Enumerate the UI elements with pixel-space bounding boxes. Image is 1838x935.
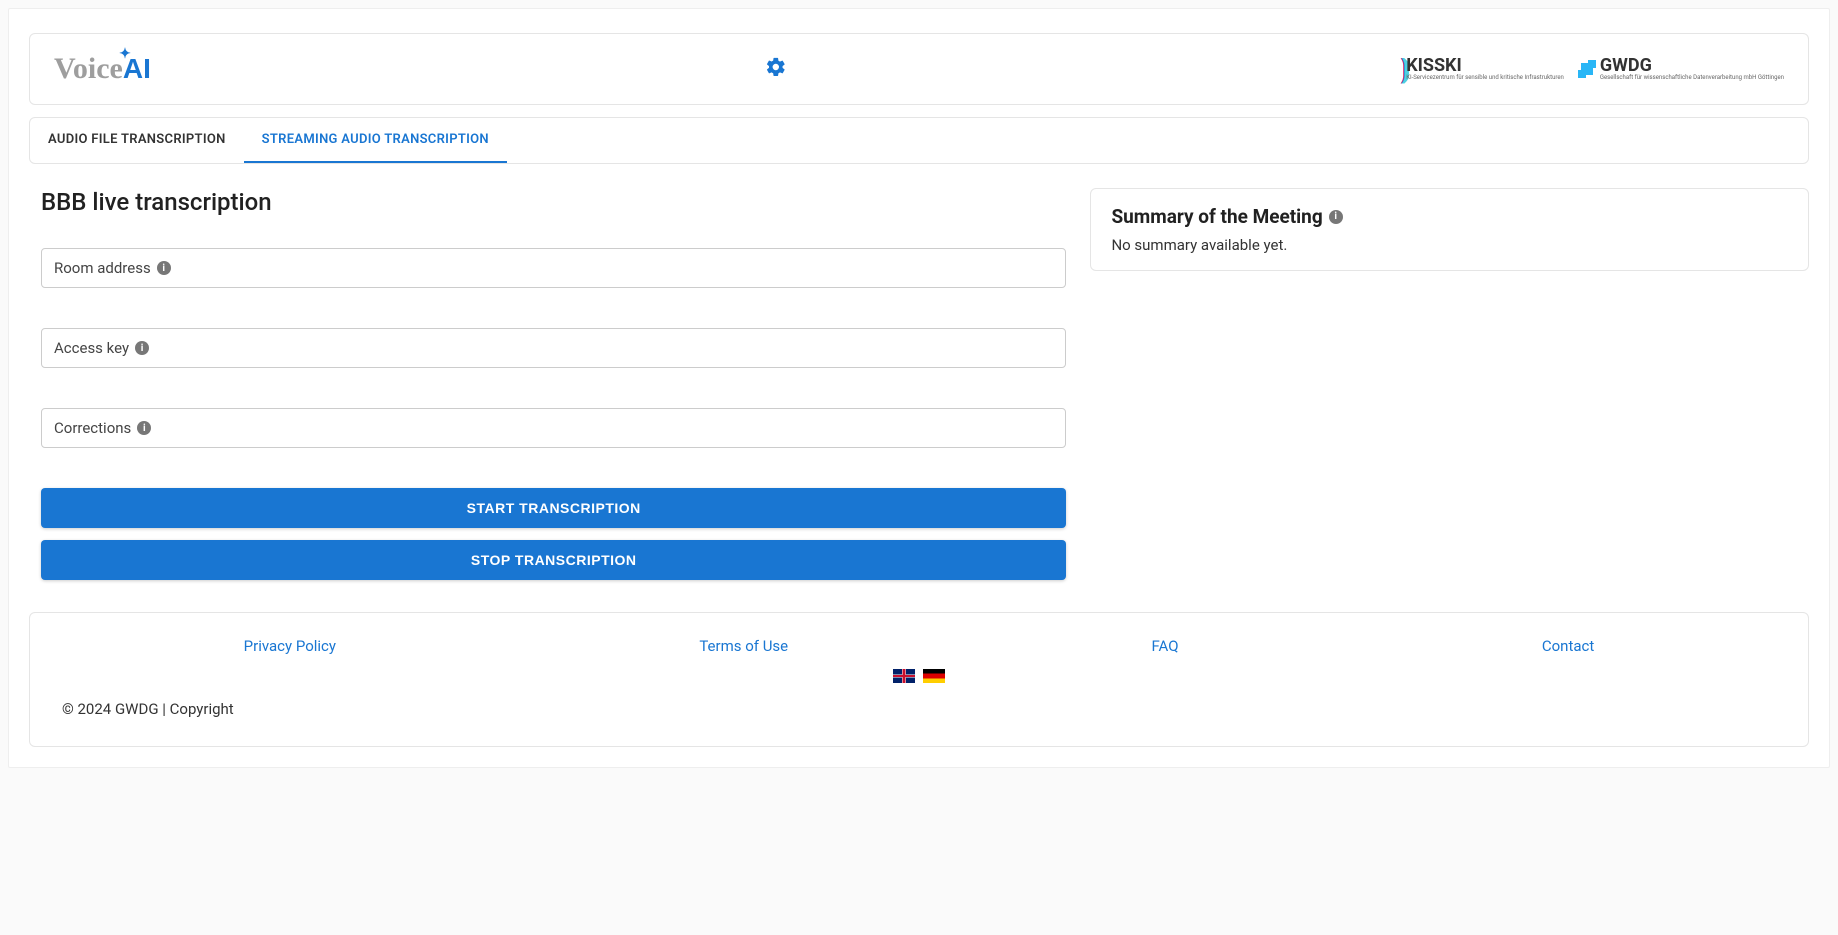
tab-audio-file[interactable]: AUDIO FILE TRANSCRIPTION bbox=[30, 118, 244, 163]
partner-logos: ⦘⦘⦘ KISSKI KI-Servicezentrum für sensibl… bbox=[1400, 54, 1784, 85]
room-address-field-wrap[interactable]: Room address i bbox=[41, 248, 1066, 288]
footer-link-terms[interactable]: Terms of Use bbox=[699, 637, 788, 655]
header: Voice✦AI ⦘⦘⦘ KISSKI KI-Servicezentrum fü… bbox=[29, 33, 1809, 105]
gwdg-sub: Gesellschaft für wissenschaftliche Daten… bbox=[1600, 75, 1784, 81]
logo-text-ai: AI bbox=[123, 53, 151, 84]
copyright: © 2024 GWDG | Copyright bbox=[62, 700, 1776, 718]
corrections-field-wrap[interactable]: Corrections i bbox=[41, 408, 1066, 448]
kisski-sub: KI-Servicezentrum für sensible und kriti… bbox=[1406, 75, 1564, 81]
form-column: BBB live transcription Room address i Ac… bbox=[41, 188, 1066, 580]
footer-link-contact[interactable]: Contact bbox=[1542, 637, 1594, 655]
kisski-logo[interactable]: ⦘⦘⦘ KISSKI KI-Servicezentrum für sensibl… bbox=[1400, 54, 1564, 85]
page-title: BBB live transcription bbox=[41, 188, 1066, 216]
voiceai-logo: Voice✦AI bbox=[54, 52, 151, 86]
flag-uk-icon[interactable] bbox=[893, 669, 915, 683]
room-address-label: Room address bbox=[54, 259, 151, 277]
corrections-input[interactable] bbox=[157, 420, 1053, 437]
info-icon[interactable]: i bbox=[1329, 210, 1343, 224]
gwdg-label: GWDG bbox=[1600, 57, 1784, 75]
room-address-input[interactable] bbox=[177, 260, 1054, 277]
gwdg-logo[interactable]: GWDG Gesellschaft für wissenschaftliche … bbox=[1578, 57, 1784, 81]
footer-link-privacy[interactable]: Privacy Policy bbox=[244, 637, 336, 655]
summary-title: Summary of the Meeting bbox=[1111, 205, 1322, 228]
start-transcription-button[interactable]: START TRANSCRIPTION bbox=[41, 488, 1066, 528]
info-icon[interactable]: i bbox=[135, 341, 149, 355]
language-flags bbox=[62, 665, 1776, 684]
app-root: Voice✦AI ⦘⦘⦘ KISSKI KI-Servicezentrum fü… bbox=[8, 8, 1830, 768]
summary-column: Summary of the Meeting i No summary avai… bbox=[1090, 188, 1809, 580]
content: BBB live transcription Room address i Ac… bbox=[9, 164, 1829, 588]
flag-de-icon[interactable] bbox=[923, 669, 945, 683]
tabs: AUDIO FILE TRANSCRIPTION STREAMING AUDIO… bbox=[29, 117, 1809, 164]
tab-streaming[interactable]: STREAMING AUDIO TRANSCRIPTION bbox=[244, 118, 507, 163]
summary-body: No summary available yet. bbox=[1111, 236, 1788, 254]
kisski-label: KISSKI bbox=[1406, 57, 1564, 75]
summary-card: Summary of the Meeting i No summary avai… bbox=[1090, 188, 1809, 271]
footer-link-faq[interactable]: FAQ bbox=[1151, 637, 1178, 655]
corrections-label: Corrections bbox=[54, 419, 131, 437]
access-key-field-wrap[interactable]: Access key i bbox=[41, 328, 1066, 368]
gear-icon[interactable] bbox=[765, 56, 787, 82]
info-icon[interactable]: i bbox=[157, 261, 171, 275]
access-key-input[interactable] bbox=[155, 340, 1053, 357]
stop-transcription-button[interactable]: STOP TRANSCRIPTION bbox=[41, 540, 1066, 580]
info-icon[interactable]: i bbox=[137, 421, 151, 435]
footer-links: Privacy Policy Terms of Use FAQ Contact bbox=[62, 637, 1776, 655]
logo-text-main: Voice bbox=[54, 52, 123, 85]
footer: Privacy Policy Terms of Use FAQ Contact … bbox=[29, 612, 1809, 747]
access-key-label: Access key bbox=[54, 339, 129, 357]
